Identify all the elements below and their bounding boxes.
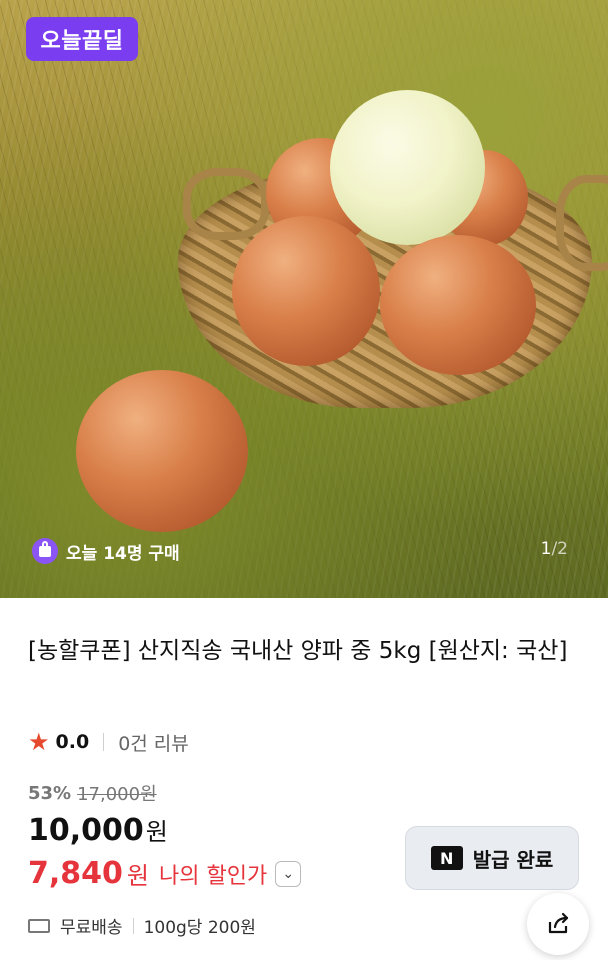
my-price-unit: 원 [126, 862, 149, 890]
review-count-link[interactable]: 0건 리뷰 [118, 729, 189, 756]
chevron-down-icon[interactable]: ⌄ [275, 860, 302, 887]
sale-price-number: 10,000 [28, 813, 144, 848]
unit-price: 100g당 200원 [143, 918, 256, 938]
buyers-today-text: 오늘 14명 구매 [66, 543, 180, 564]
image-counter: 1/2 [541, 539, 568, 559]
image-total: 2 [557, 539, 568, 559]
share-icon [548, 912, 569, 934]
rating-value: 0.0 [55, 731, 90, 753]
coupon-issued-button[interactable]: N 발급 완료 [405, 826, 579, 890]
divider [132, 917, 134, 934]
truck-icon [28, 918, 50, 933]
rating-row[interactable]: ★ 0.0 0건 리뷰 [28, 728, 189, 756]
onion-image [330, 90, 485, 245]
my-price-label: 나의 할인가 [159, 863, 268, 889]
product-image[interactable]: 오늘끝딜 오늘 14명 구매 1/2 [0, 0, 608, 598]
basket-handle [183, 168, 269, 240]
star-icon: ★ [28, 728, 50, 756]
share-button[interactable] [527, 893, 589, 955]
naver-n-icon: N [430, 846, 463, 870]
today-deal-badge: 오늘끝딜 [26, 17, 138, 61]
discount-percent: 53% [28, 782, 72, 804]
basket-handle [556, 175, 608, 271]
product-title: [농할쿠폰] 산지직송 국내산 양파 중 5kg [원산지: 국산] [28, 638, 568, 664]
onion-image [232, 216, 380, 366]
divider [103, 733, 105, 751]
shipping-label: 무료배송 [60, 918, 123, 938]
discount-row: 53% 17,000원 [28, 780, 157, 806]
coupon-label: 발급 완료 [472, 847, 554, 872]
sale-price: 10,000원 [28, 812, 168, 848]
shopping-bag-icon [32, 538, 58, 564]
shipping-row: 무료배송 100g당 200원 [28, 913, 256, 938]
my-price-number: 7,840 [28, 856, 123, 891]
original-price: 17,000원 [77, 784, 157, 805]
image-index: 1 [540, 539, 552, 559]
buyers-today-badge: 오늘 14명 구매 [28, 536, 190, 566]
onion-image [380, 235, 536, 375]
onion-image [76, 370, 248, 532]
sale-price-unit: 원 [145, 818, 168, 846]
my-discount-price[interactable]: 7,840 원 나의 할인가 ⌄ [28, 856, 302, 891]
